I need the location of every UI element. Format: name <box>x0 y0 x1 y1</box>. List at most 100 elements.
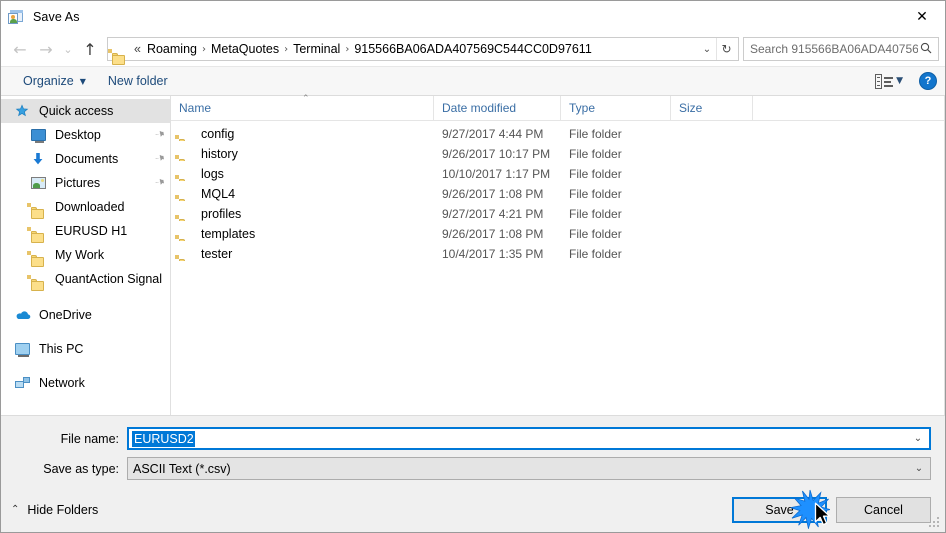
column-header-row: ⌃ Name Date modified Type Size <box>171 94 944 121</box>
file-name-input[interactable]: EURUSD2 ⌄ <box>127 427 931 450</box>
address-bar[interactable]: « Roaming › MetaQuotes › Terminal › 9155… <box>107 37 739 65</box>
help-icon[interactable]: ? <box>919 72 937 90</box>
pc-icon <box>15 341 33 357</box>
file-name-label: templates <box>201 227 256 241</box>
file-type-cell: File folder <box>569 227 622 241</box>
search-input[interactable]: Search 915566BA06ADA40756... <box>750 42 918 56</box>
pin-icon[interactable] <box>151 151 167 167</box>
sidebar-item-label: My Work <box>55 248 105 262</box>
file-date-cell: 10/10/2017 1:17 PM <box>442 167 551 181</box>
recent-locations-icon[interactable]: ⌄ <box>59 36 77 62</box>
view-layout-icon[interactable] <box>875 73 894 89</box>
chevron-down-icon: ▼ <box>79 76 86 86</box>
sidebar-item-quantaction-signal[interactable]: QuantAction Signal <box>1 267 170 291</box>
save-as-type-label: Save as type: <box>43 461 119 476</box>
hide-folders-label: Hide Folders <box>27 502 99 517</box>
column-header-name[interactable]: ⌃ Name <box>171 94 434 120</box>
star-icon <box>15 103 33 119</box>
sidebar-item-quick-access[interactable]: Quick access <box>1 99 170 123</box>
up-icon[interactable]: ↑ <box>77 36 103 62</box>
breadcrumb-item-terminal[interactable]: Terminal <box>289 41 344 57</box>
refresh-icon[interactable]: ↻ <box>716 38 736 60</box>
sidebar-item-network[interactable]: Network <box>1 371 170 395</box>
network-icon <box>15 375 33 391</box>
command-toolbar: Organize ▼ New folder ▼ ? <box>1 66 945 96</box>
table-row[interactable]: config 9/27/2017 4:44 PM File folder <box>171 124 944 144</box>
table-row[interactable]: MQL4 9/26/2017 1:08 PM File folder <box>171 184 944 204</box>
pin-icon[interactable] <box>151 175 167 191</box>
save-form: File name: EURUSD2 ⌄ Save as type: ASCII… <box>1 415 945 487</box>
sidebar-item-label: Pictures <box>55 176 101 190</box>
table-row[interactable]: templates 9/26/2017 1:08 PM File folder <box>171 224 944 244</box>
file-type-cell: File folder <box>569 207 622 221</box>
file-type-cell: File folder <box>569 187 622 201</box>
folder-icon <box>27 247 49 267</box>
sidebar-item-downloaded[interactable]: Downloaded <box>1 195 170 219</box>
close-icon[interactable]: ✕ <box>899 1 945 32</box>
chevron-down-icon[interactable]: ⌄ <box>907 433 929 444</box>
breadcrumb-item-guid[interactable]: 915566BA06ADA407569C544CC0D97611 <box>350 41 595 57</box>
save-as-type-row: Save as type: ASCII Text (*.csv) ⌄ <box>1 457 945 480</box>
picture-icon <box>31 175 49 191</box>
hide-folders-button[interactable]: ⌃ Hide Folders <box>11 503 98 517</box>
save-button[interactable]: Save <box>732 496 827 523</box>
sidebar-item-label: OneDrive <box>39 308 92 322</box>
view-options-chevron-icon[interactable]: ▼ <box>896 76 903 86</box>
sidebar-item-documents[interactable]: Documents <box>1 147 170 171</box>
save-as-type-value: ASCII Text (*.csv) <box>133 461 231 476</box>
new-folder-button[interactable]: New folder <box>100 71 176 91</box>
organize-button[interactable]: Organize ▼ <box>15 71 94 91</box>
sidebar-item-pictures[interactable]: Pictures <box>1 171 170 195</box>
file-name-cell: MQL4 <box>171 187 434 201</box>
sidebar-item-onedrive[interactable]: OneDrive <box>1 303 170 327</box>
table-row[interactable]: history 9/26/2017 10:17 PM File folder <box>171 144 944 164</box>
breadcrumb: « Roaming › MetaQuotes › Terminal › 9155… <box>132 41 698 57</box>
search-icon <box>918 42 934 57</box>
pin-icon[interactable] <box>151 127 167 143</box>
table-row[interactable]: tester 10/4/2017 1:35 PM File folder <box>171 244 944 264</box>
file-name-cell: profiles <box>171 207 434 221</box>
file-name-label: MQL4 <box>201 187 236 201</box>
forward-icon[interactable]: → <box>33 36 59 62</box>
breadcrumb-overflow[interactable]: « <box>132 41 143 57</box>
file-name-label: config <box>201 127 235 141</box>
folder-icon <box>175 228 194 241</box>
column-header-label: Type <box>569 101 596 115</box>
back-icon[interactable]: ← <box>7 36 33 62</box>
table-row[interactable]: logs 10/10/2017 1:17 PM File folder <box>171 164 944 184</box>
file-date-cell: 9/26/2017 10:17 PM <box>442 147 551 161</box>
sidebar-item-label: Quick access <box>39 104 114 118</box>
table-row[interactable]: profiles 9/27/2017 4:21 PM File folder <box>171 204 944 224</box>
sidebar-item-label: This PC <box>39 342 84 356</box>
search-box[interactable]: Search 915566BA06ADA40756... <box>743 37 939 61</box>
folder-icon <box>175 168 194 181</box>
file-name-cell: templates <box>171 227 434 241</box>
sidebar-item-desktop[interactable]: Desktop <box>1 123 170 147</box>
column-header-label: Date modified <box>442 101 517 115</box>
resize-grip[interactable] <box>929 517 941 529</box>
file-date-cell: 9/27/2017 4:44 PM <box>442 127 544 141</box>
title-bar: Save As ✕ <box>1 1 945 32</box>
organize-label: Organize <box>23 74 74 88</box>
breadcrumb-item-roaming[interactable]: Roaming <box>143 41 201 57</box>
sidebar-item-my-work[interactable]: My Work <box>1 243 170 267</box>
sidebar-item-this-pc[interactable]: This PC <box>1 337 170 361</box>
cancel-button[interactable]: Cancel <box>836 496 931 523</box>
navigation-bar: ← → ⌄ ↑ « Roaming › MetaQuotes › Termina… <box>1 32 945 66</box>
folder-icon <box>27 199 49 219</box>
save-as-type-select[interactable]: ASCII Text (*.csv) ⌄ <box>127 457 931 480</box>
column-header-size[interactable]: Size <box>671 96 753 120</box>
chevron-down-icon[interactable]: ⌄ <box>698 38 716 60</box>
sidebar-item-label: EURUSD H1 <box>55 224 128 238</box>
file-name-cell: logs <box>171 167 434 181</box>
file-name-label: profiles <box>201 207 242 221</box>
folder-icon <box>175 128 194 141</box>
column-header-type[interactable]: Type <box>561 96 671 120</box>
breadcrumb-item-metaquotes[interactable]: MetaQuotes <box>207 41 283 57</box>
sidebar-item-label: Documents <box>55 152 119 166</box>
column-header-label: Size <box>679 101 703 115</box>
sidebar-item-eurusd-h1[interactable]: EURUSD H1 <box>1 219 170 243</box>
file-type-cell: File folder <box>569 247 622 261</box>
column-header-date-modified[interactable]: Date modified <box>434 96 561 120</box>
chevron-down-icon[interactable]: ⌄ <box>908 463 930 474</box>
